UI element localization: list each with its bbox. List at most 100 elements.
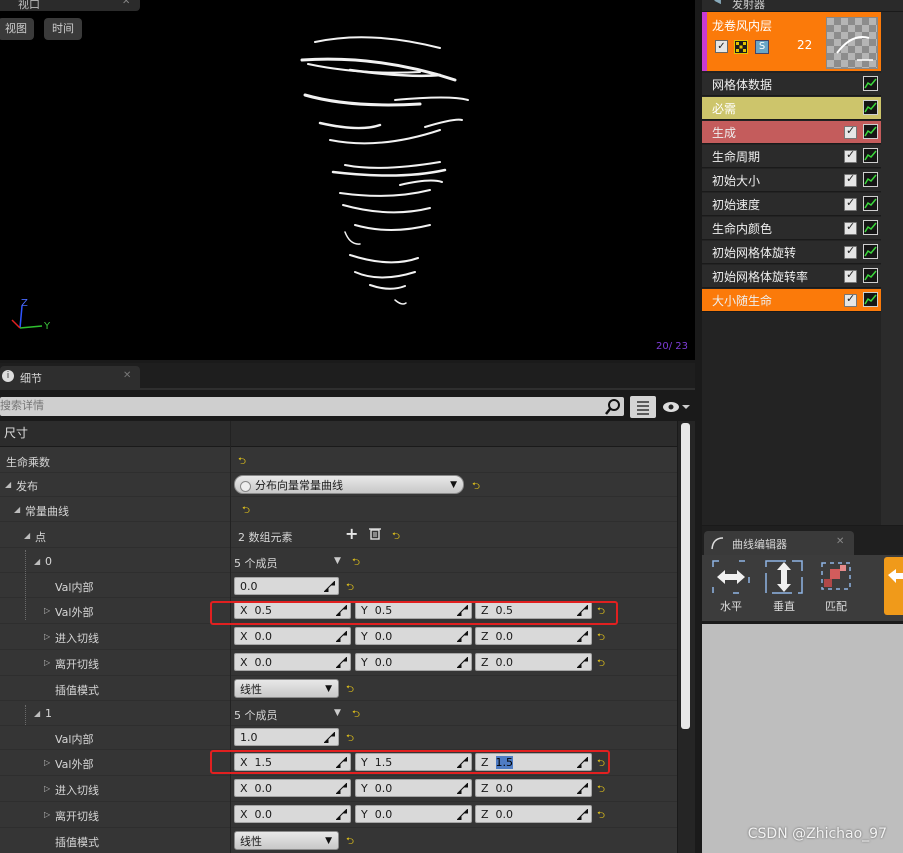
fit-horizontal-button[interactable] (711, 559, 751, 595)
in-val-field[interactable]: 1.0 (234, 728, 339, 746)
curve-graph-icon[interactable] (863, 148, 878, 163)
reset-icon[interactable]: ⮌ (352, 707, 360, 724)
chevron-down-icon[interactable]: ▼ (334, 556, 341, 566)
curve-editor-canvas[interactable] (702, 624, 903, 853)
reset-icon[interactable]: ⮌ (597, 808, 605, 825)
module-row[interactable]: 生命周期 (702, 145, 881, 168)
fit-vertical-button[interactable] (764, 559, 804, 595)
curve-graph-icon[interactable] (863, 124, 878, 139)
module-row[interactable]: 生成 (702, 121, 881, 144)
enable-checkbox[interactable]: ✓ (715, 40, 728, 53)
curve-editor-tab[interactable]: 曲线编辑器 ✕ (704, 531, 854, 555)
curve-graph-icon[interactable] (863, 76, 878, 91)
time-button[interactable]: 时间 (44, 18, 82, 40)
module-enable-checkbox[interactable] (844, 148, 857, 163)
emitters-tab[interactable]: ◀ 发射器 (702, 0, 903, 11)
expand-icon[interactable]: ◢ (34, 709, 40, 718)
reset-icon[interactable]: ⮌ (346, 731, 354, 748)
curve-graph-icon[interactable] (863, 292, 878, 307)
chevron-down-icon[interactable]: ▼ (334, 708, 341, 718)
reset-icon[interactable]: ⮌ (472, 479, 480, 496)
module-row[interactable]: 初始速度 (702, 193, 881, 216)
module-row[interactable]: 网格体数据 (702, 73, 881, 96)
arrive-x-field[interactable]: X 0.0 (234, 627, 351, 645)
solo-icon[interactable]: S (755, 40, 769, 54)
close-icon[interactable]: ✕ (836, 536, 844, 547)
details-tab[interactable]: i 细节 ✕ (0, 366, 140, 390)
module-row[interactable]: 初始网格体旋转 (702, 241, 881, 264)
reset-icon[interactable]: ⮌ (392, 529, 400, 546)
leave-z-field[interactable]: Z 0.0 (475, 653, 592, 671)
arrive-y-field[interactable]: Y 0.0 (355, 627, 472, 645)
reset-icon[interactable]: ⮌ (242, 503, 250, 520)
module-row[interactable]: 生命内颜色 (702, 217, 881, 240)
reset-icon[interactable]: ⮌ (346, 580, 354, 597)
property-matrix-button[interactable] (630, 396, 656, 418)
eye-icon[interactable] (660, 396, 692, 418)
expand-icon[interactable]: ▷ (44, 758, 50, 767)
module-enable-checkbox[interactable] (844, 124, 857, 139)
module-enable-checkbox[interactable] (844, 292, 857, 307)
emitters-scrollbar[interactable] (881, 12, 903, 525)
reset-icon[interactable]: ⮌ (597, 656, 605, 673)
leave-y-field[interactable]: Y 0.0 (355, 805, 472, 823)
view-button[interactable]: 视图 (0, 18, 34, 40)
module-row[interactable]: 大小随生命 (702, 289, 881, 312)
curve-graph-icon[interactable] (863, 268, 878, 283)
interp-mode-dropdown[interactable]: 线性 ▼ (234, 831, 339, 850)
section-header-size[interactable]: 尺寸 (0, 421, 230, 446)
search-icon[interactable] (604, 398, 622, 419)
arrive-y-field[interactable]: Y 0.0 (355, 779, 472, 797)
expand-icon[interactable]: ◢ (14, 505, 20, 514)
module-enable-checkbox[interactable] (844, 268, 857, 283)
scrollbar-thumb[interactable] (681, 423, 690, 729)
expand-icon[interactable]: ▷ (44, 810, 50, 819)
module-row[interactable]: 必需 (702, 97, 881, 120)
viewport[interactable]: 视口 ✕ 视图 时间 Z Y 20/ 23 (0, 0, 695, 360)
interp-mode-dropdown[interactable]: 线性 ▼ (234, 679, 339, 698)
pan-mode-button[interactable] (884, 557, 903, 615)
search-input[interactable] (0, 397, 624, 416)
leave-y-field[interactable]: Y 0.0 (355, 653, 472, 671)
render-mode-icon[interactable] (734, 40, 748, 54)
leave-z-field[interactable]: Z 0.0 (475, 805, 592, 823)
module-row[interactable]: 初始大小 (702, 169, 881, 192)
reset-icon[interactable]: ⮌ (597, 630, 605, 647)
expand-icon[interactable]: ▷ (44, 606, 50, 615)
curve-graph-icon[interactable] (863, 220, 878, 235)
expand-icon[interactable]: ◢ (24, 531, 30, 540)
module-enable-checkbox[interactable] (844, 244, 857, 259)
reset-icon[interactable]: ⮌ (352, 555, 360, 572)
fit-button[interactable] (816, 559, 856, 595)
viewport-tab[interactable]: 视口 ✕ (0, 0, 140, 11)
module-enable-checkbox[interactable] (844, 196, 857, 211)
emitter-thumbnail[interactable] (826, 17, 878, 69)
arrive-x-field[interactable]: X 0.0 (234, 779, 351, 797)
curve-graph-icon[interactable] (863, 244, 878, 259)
expand-icon[interactable]: ▷ (44, 784, 50, 793)
close-icon[interactable]: ✕ (122, 0, 130, 7)
leave-x-field[interactable]: X 0.0 (234, 805, 351, 823)
expand-icon[interactable]: ◢ (5, 480, 11, 489)
add-icon[interactable]: + (345, 524, 358, 543)
leave-x-field[interactable]: X 0.0 (234, 653, 351, 671)
curve-graph-icon[interactable] (863, 196, 878, 211)
distribution-dropdown[interactable]: 分布向量常量曲线 ▼ (234, 475, 464, 494)
in-val-field[interactable]: 0.0 (234, 577, 339, 595)
arrive-z-field[interactable]: Z 0.0 (475, 627, 592, 645)
curve-graph-icon[interactable] (863, 172, 878, 187)
close-icon[interactable]: ✕ (123, 370, 131, 381)
reset-icon[interactable]: ⮌ (346, 834, 354, 851)
expand-icon[interactable]: ▷ (44, 658, 50, 667)
reset-icon[interactable]: ⮌ (238, 454, 246, 471)
module-row[interactable]: 初始网格体旋转率 (702, 265, 881, 288)
arrive-z-field[interactable]: Z 0.0 (475, 779, 592, 797)
module-enable-checkbox[interactable] (844, 172, 857, 187)
reset-icon[interactable]: ⮌ (597, 782, 605, 799)
reset-icon[interactable]: ⮌ (346, 682, 354, 699)
expand-icon[interactable]: ▷ (44, 632, 50, 641)
trash-icon[interactable] (369, 527, 381, 543)
expand-icon[interactable]: ◢ (34, 557, 40, 566)
curve-graph-icon[interactable] (863, 100, 878, 115)
module-enable-checkbox[interactable] (844, 220, 857, 235)
